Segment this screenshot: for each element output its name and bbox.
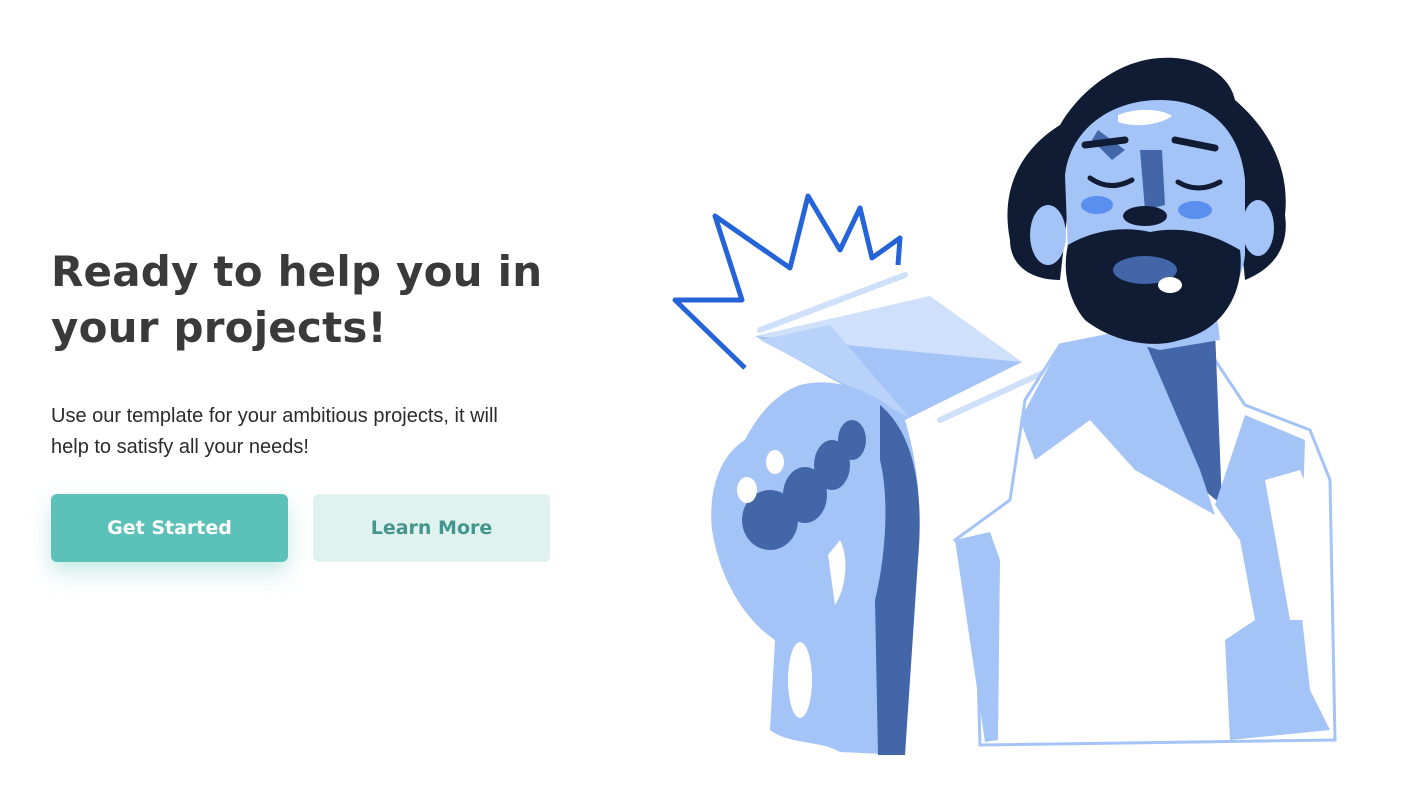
get-started-button[interactable]: Get Started: [51, 494, 288, 562]
man-throwing-paper-plane-illustration: [672, 57, 1337, 755]
raised-fist: [711, 382, 920, 755]
hero-title-line-1: Ready to help you in: [51, 247, 543, 296]
hero-text-block: Ready to help you in your projects! Use …: [51, 244, 591, 463]
learn-more-button[interactable]: Learn More: [313, 494, 550, 562]
hero-title-line-2: your projects!: [51, 303, 387, 352]
hero-subtitle-line-1: Use our template for your ambitious proj…: [51, 405, 498, 427]
hero-subtitle-line-2: help to satisfy all your needs!: [51, 436, 309, 458]
hero-section: Ready to help you in your projects! Use …: [0, 0, 1408, 795]
hero-actions: Get Started Learn More: [51, 494, 550, 562]
hero-title: Ready to help you in your projects!: [51, 244, 591, 356]
hero-subtitle: Use our template for your ambitious proj…: [51, 401, 571, 463]
shirt: [952, 318, 1337, 747]
